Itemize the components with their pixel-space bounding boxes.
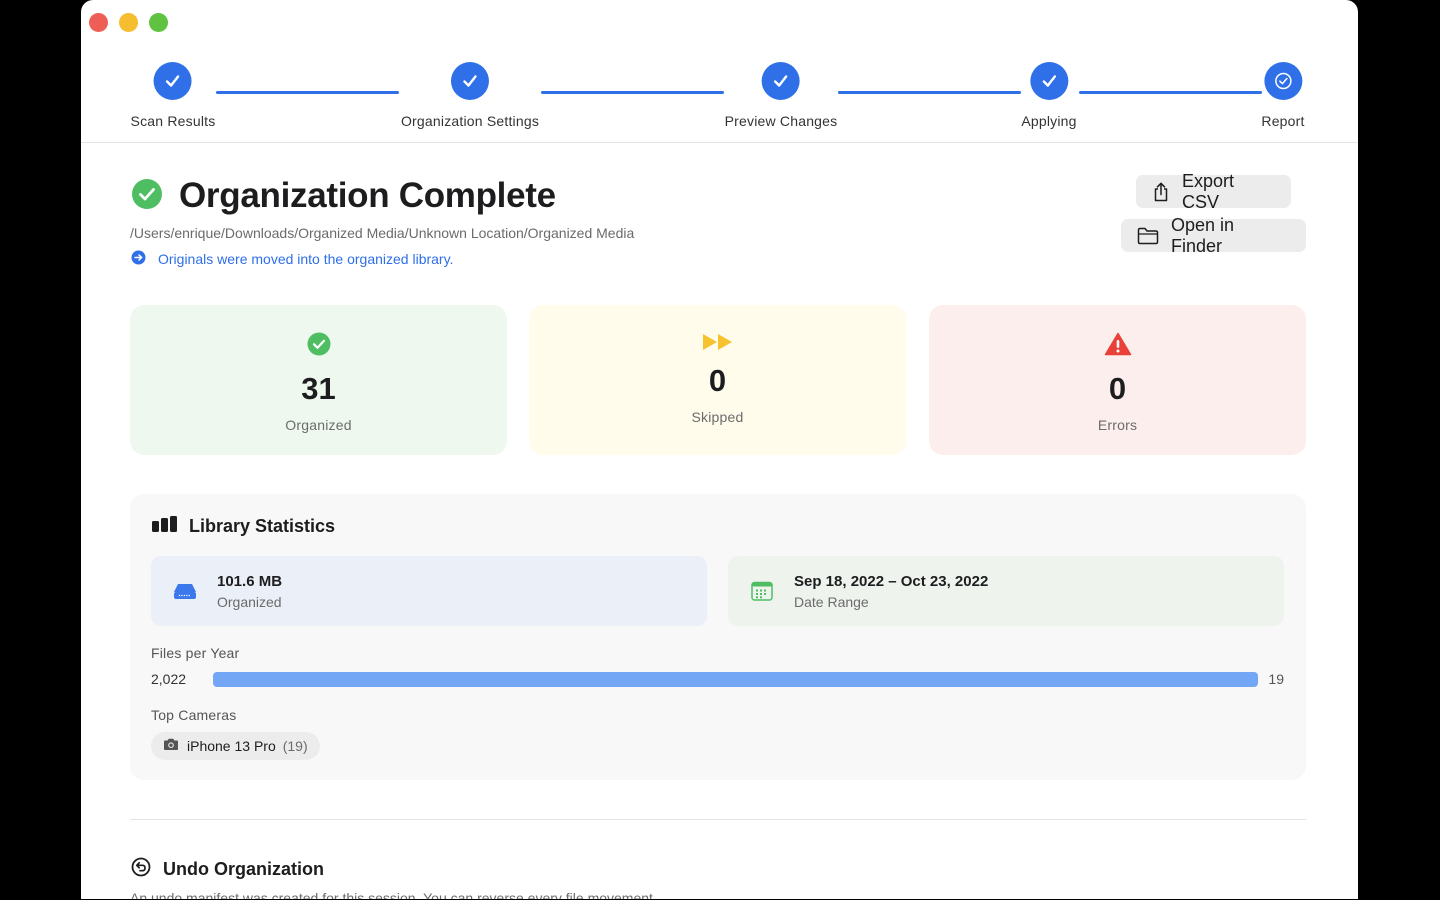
page-title: Organization Complete [179,176,556,215]
skipped-stat-card: 0 Skipped [529,305,906,455]
step-organization-settings[interactable]: Organization Settings [401,62,539,129]
check-circle-icon [1263,62,1302,100]
step-connector [216,91,399,94]
camera-name: iPhone 13 Pro [187,738,276,754]
size-tile: 101.6 MB Organized [151,556,707,626]
drive-icon [173,582,197,600]
size-label: Organized [217,593,282,610]
step-label: Report [1261,113,1305,129]
step-scan-results[interactable]: Scan Results [131,62,216,129]
step-connector [1079,91,1262,94]
app-window: Scan Results Organization Settings Previ… [81,0,1358,899]
folder-icon [1137,227,1159,245]
year-label: 2,022 [151,671,187,687]
close-window-button[interactable] [89,13,108,32]
files-per-year-label: Files per Year [151,645,240,661]
export-csv-label: Export CSV [1182,170,1235,212]
share-icon [1152,182,1170,202]
skipped-count: 0 [708,363,727,398]
open-in-finder-label: Open in Finder [1171,214,1235,256]
camera-count: (19) [282,738,308,754]
destination-path: /Users/enrique/Downloads/Organized Media… [130,225,635,241]
checkmark-icon [761,62,800,100]
progress-stepper: Scan Results Organization Settings Previ… [81,62,1358,143]
date-range-value: Sep 18, 2022 – Oct 23, 2022 [794,572,989,590]
checkmark-icon [153,62,192,100]
fast-forward-icon [702,332,734,357]
date-range-tile: Sep 18, 2022 – Oct 23, 2022 Date Range [728,556,1284,626]
undo-organization-header: Undo Organization [131,857,324,882]
year-bar-track [213,672,1258,687]
size-value: 101.6 MB [217,572,283,590]
organized-stat-card: 31 Organized [130,305,507,455]
section-divider [130,819,1306,820]
skipped-label: Skipped [691,409,744,425]
window-controls [89,13,168,32]
move-note-text: Originals were moved into the organized … [158,251,454,267]
step-label: Applying [1021,113,1077,129]
errors-count: 0 [1108,371,1127,406]
zoom-window-button[interactable] [149,13,168,32]
step-report[interactable]: Report [1261,62,1304,129]
move-note: Originals were moved into the organized … [131,250,453,268]
checkmark-circle-icon [131,178,163,215]
year-count: 19 [1268,671,1284,687]
camera-chip: iPhone 13 Pro (19) [151,732,320,760]
warning-triangle-icon [1104,332,1132,361]
errors-label: Errors [1097,417,1138,433]
organized-count: 31 [301,371,336,406]
year-bar-fill [213,672,1258,687]
step-connector [838,91,1021,94]
step-label: Organization Settings [400,113,540,129]
step-connector [541,91,724,94]
checkmark-circle-icon [307,332,331,361]
undo-description: An undo manifest was created for this se… [130,890,657,899]
checkmark-icon [1030,62,1068,100]
year-row: 2,022 19 [151,670,1284,688]
camera-icon [163,738,179,754]
step-label: Scan Results [130,113,216,129]
open-in-finder-button[interactable]: Open in Finder [1121,215,1306,256]
undo-circle-icon [131,857,151,882]
step-preview-changes[interactable]: Preview Changes [725,62,838,129]
arrow-right-circle-icon [131,250,146,268]
calendar-icon [750,581,774,601]
library-statistics-header: Library Statistics [152,516,335,537]
errors-stat-card: 0 Errors [929,305,1306,455]
undo-organization-title: Undo Organization [163,859,324,879]
minimize-window-button[interactable] [119,13,138,32]
top-cameras-label: Top Cameras [151,707,237,723]
checkmark-icon [451,62,489,100]
library-statistics-panel: Library Statistics 101.6 MB Organized Se… [130,494,1306,780]
export-csv-button[interactable]: Export CSV [1136,171,1291,212]
organized-label: Organized [285,417,352,433]
step-label: Preview Changes [724,113,838,129]
bar-chart-icon [152,516,177,537]
page-header: Organization Complete [131,176,556,216]
step-applying[interactable]: Applying [1021,62,1076,129]
date-range-label: Date Range [794,593,869,610]
library-statistics-title: Library Statistics [189,516,336,536]
